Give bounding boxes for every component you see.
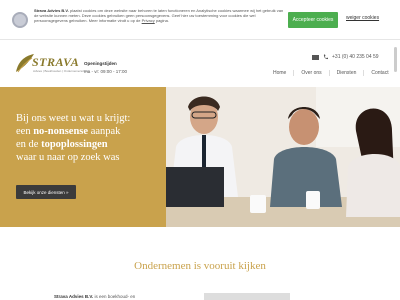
scrollbar[interactable]: [394, 47, 397, 72]
section-image: [204, 293, 290, 300]
hero-section: Bij ons weet u wat u krijgt: een no-nons…: [0, 87, 400, 227]
view-services-button[interactable]: Bekijk onze diensten »: [16, 185, 76, 199]
hero-line-1: Bij ons weet u wat u krijgt:: [16, 113, 131, 124]
nav-item-home[interactable]: Home: [266, 70, 293, 76]
hero-photo: [166, 87, 400, 227]
opening-hours-title: Openingstijden: [84, 61, 117, 66]
cookie-message: Strava Advies B.V. plaatst cookies om de…: [34, 8, 284, 24]
nav-item-diensten[interactable]: Diensten: [328, 70, 364, 76]
contact-info: +31 (0) 40 235 04 59: [312, 54, 379, 60]
logo-text[interactable]: STRAVA: [32, 55, 79, 70]
opening-hours-value: ma - vr: 09:00 - 17:00: [84, 69, 128, 74]
phone-number[interactable]: +31 (0) 40 235 04 59: [332, 54, 379, 60]
hero-text-panel: Bij ons weet u wat u krijgt: een no-nons…: [0, 87, 166, 227]
privacy-link[interactable]: Privacy: [142, 18, 155, 23]
reject-cookies-link[interactable]: weiger cookies: [346, 15, 379, 21]
accept-cookies-button[interactable]: Accepteer cookies: [288, 12, 338, 28]
nav-item-over-ons[interactable]: Over ons: [293, 70, 328, 76]
main-nav: Home Over ons Diensten Contact: [266, 70, 396, 76]
phone-icon: [323, 54, 328, 60]
hero-line-2: een no-nonsense aanpak: [16, 126, 121, 137]
section-intro: Strava Advies B.V. is een boekhoud- en: [54, 294, 136, 299]
cookie-logo-icon: [12, 12, 28, 28]
hero-line-4: waar u naar op zoek was: [16, 152, 120, 163]
nav-item-contact[interactable]: Contact: [363, 70, 395, 76]
cookie-text-end: pagina.: [154, 18, 169, 24]
mail-icon[interactable]: [312, 54, 319, 60]
hero-line-3: en de topoplossingen: [16, 139, 108, 150]
logo-tagline: Advies | Boekhouden | Ondernemerschap: [33, 69, 89, 73]
cookie-banner: Strava Advies B.V. plaatst cookies om de…: [0, 0, 400, 40]
meeting-photo-illustration: [166, 87, 400, 227]
section-title: Ondernemen is vooruit kijken: [134, 260, 266, 272]
